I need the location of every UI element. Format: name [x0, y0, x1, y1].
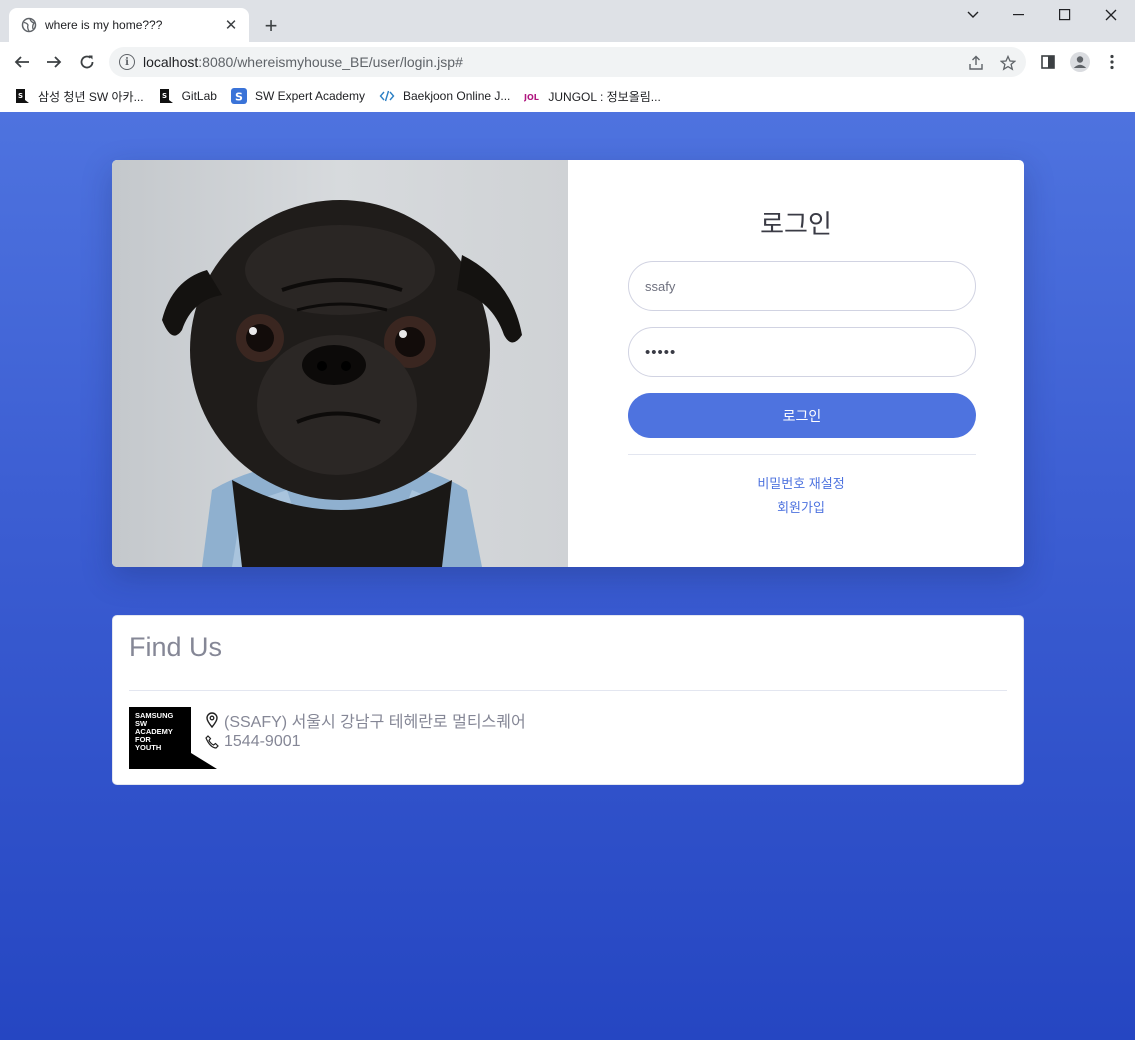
bookmark-label: SW Expert Academy — [254, 89, 365, 103]
close-tab-icon[interactable]: ✕ — [221, 15, 241, 35]
bookmark-label: Baekjoon Online J... — [402, 89, 511, 103]
find-us-divider — [129, 690, 1007, 691]
close-window-icon[interactable] — [1091, 4, 1131, 26]
login-button[interactable]: 로그인 — [628, 393, 976, 438]
profile-avatar-icon[interactable] — [1067, 49, 1093, 75]
reload-icon[interactable] — [74, 49, 100, 75]
phone-line: 1544-9001 — [205, 733, 301, 751]
svg-text:JOL: JOL — [524, 93, 539, 102]
id-input[interactable]: ssafy — [628, 261, 976, 311]
tab-title: where is my home??? — [45, 18, 163, 32]
jungol-icon: JOL — [524, 88, 540, 104]
browser-chrome: where is my home??? ✕ + i localhost:8080… — [0, 0, 1135, 112]
phone-icon — [205, 734, 219, 750]
site-info-icon[interactable]: i — [119, 54, 135, 70]
url-path: :8080/whereismyhouse_BE/user/login.jsp# — [198, 54, 463, 70]
login-title: 로그인 — [760, 209, 832, 239]
ssafy-icon: S — [158, 88, 174, 104]
tab-strip: where is my home??? ✕ + — [0, 0, 1135, 42]
reset-password-link[interactable]: 비밀번호 재설정 — [568, 473, 1024, 492]
svg-text:S: S — [18, 92, 23, 100]
bookmarks-bar: S 삼성 청년 SW 아카... S GitLab S SW Expert Ac… — [0, 80, 1135, 112]
login-card: 로그인 ssafy ••••• 로그인 비밀번호 재설정 회원가입 — [112, 160, 1024, 567]
login-form: 로그인 ssafy ••••• 로그인 비밀번호 재설정 회원가입 — [568, 160, 1024, 567]
bookmark-ssafy[interactable]: S 삼성 청년 SW 아카... — [14, 84, 144, 108]
side-panel-icon[interactable] — [1035, 49, 1061, 75]
bookmark-label: JUNGOL : 정보올림... — [548, 89, 661, 104]
pug-photo — [112, 160, 568, 567]
tab-search-icon[interactable] — [953, 4, 993, 26]
ssafy-logo-text: SAMSUNG SW ACADEMY FOR YOUTH — [135, 712, 173, 752]
globe-icon — [21, 17, 37, 33]
ssafy-icon: S — [14, 88, 30, 104]
url-text: localhost:8080/whereismyhouse_BE/user/lo… — [143, 54, 463, 70]
password-value: ••••• — [645, 343, 677, 361]
address-bar[interactable]: i localhost:8080/whereismyhouse_BE/user/… — [109, 47, 1026, 77]
browser-tab[interactable]: where is my home??? ✕ — [9, 8, 249, 42]
address-text: (SSAFY) 서울시 강남구 테헤란로 멀티스퀘어 — [224, 714, 526, 731]
bookmark-label: 삼성 청년 SW 아카... — [38, 89, 144, 104]
find-us-title: Find Us — [129, 632, 223, 662]
id-value: ssafy — [645, 278, 676, 294]
minimize-icon[interactable] — [999, 4, 1039, 26]
new-tab-icon[interactable]: + — [259, 13, 283, 38]
url-host: localhost — [143, 54, 199, 70]
bookmark-gitlab[interactable]: S GitLab — [158, 84, 217, 108]
password-input[interactable]: ••••• — [628, 327, 976, 377]
bookmark-swea[interactable]: S SW Expert Academy — [230, 84, 365, 108]
address-line: (SSAFY) 서울시 강남구 테헤란로 멀티스퀘어 — [205, 708, 526, 732]
bookmark-star-icon[interactable] — [999, 54, 1017, 72]
form-divider — [628, 454, 976, 455]
maximize-icon[interactable] — [1045, 4, 1085, 26]
bookmark-jungol[interactable]: JOL JUNGOL : 정보올림... — [524, 84, 660, 108]
swea-icon: S — [230, 88, 247, 104]
signup-link[interactable]: 회원가입 — [568, 497, 1024, 516]
page-background: 로그인 ssafy ••••• 로그인 비밀번호 재설정 회원가입 Find U… — [0, 112, 1135, 1040]
share-icon[interactable] — [967, 54, 985, 72]
back-arrow-icon[interactable] — [9, 49, 35, 75]
code-icon — [379, 88, 395, 104]
map-pin-icon — [205, 712, 219, 728]
menu-kebab-icon[interactable] — [1099, 49, 1125, 75]
phone-text: 1544-9001 — [224, 733, 301, 750]
svg-text:S: S — [162, 92, 167, 100]
browser-toolbar: i localhost:8080/whereismyhouse_BE/user/… — [0, 42, 1135, 80]
svg-text:S: S — [235, 91, 243, 104]
ssafy-logo: SAMSUNG SW ACADEMY FOR YOUTH — [129, 707, 217, 769]
find-us-card: Find Us SAMSUNG SW ACADEMY FOR YOUTH (SS… — [112, 615, 1024, 785]
bookmark-baekjoon[interactable]: Baekjoon Online J... — [379, 84, 510, 108]
forward-arrow-icon[interactable] — [41, 49, 67, 75]
bookmark-label: GitLab — [181, 89, 217, 103]
logo-line: YOUTH — [135, 743, 162, 752]
